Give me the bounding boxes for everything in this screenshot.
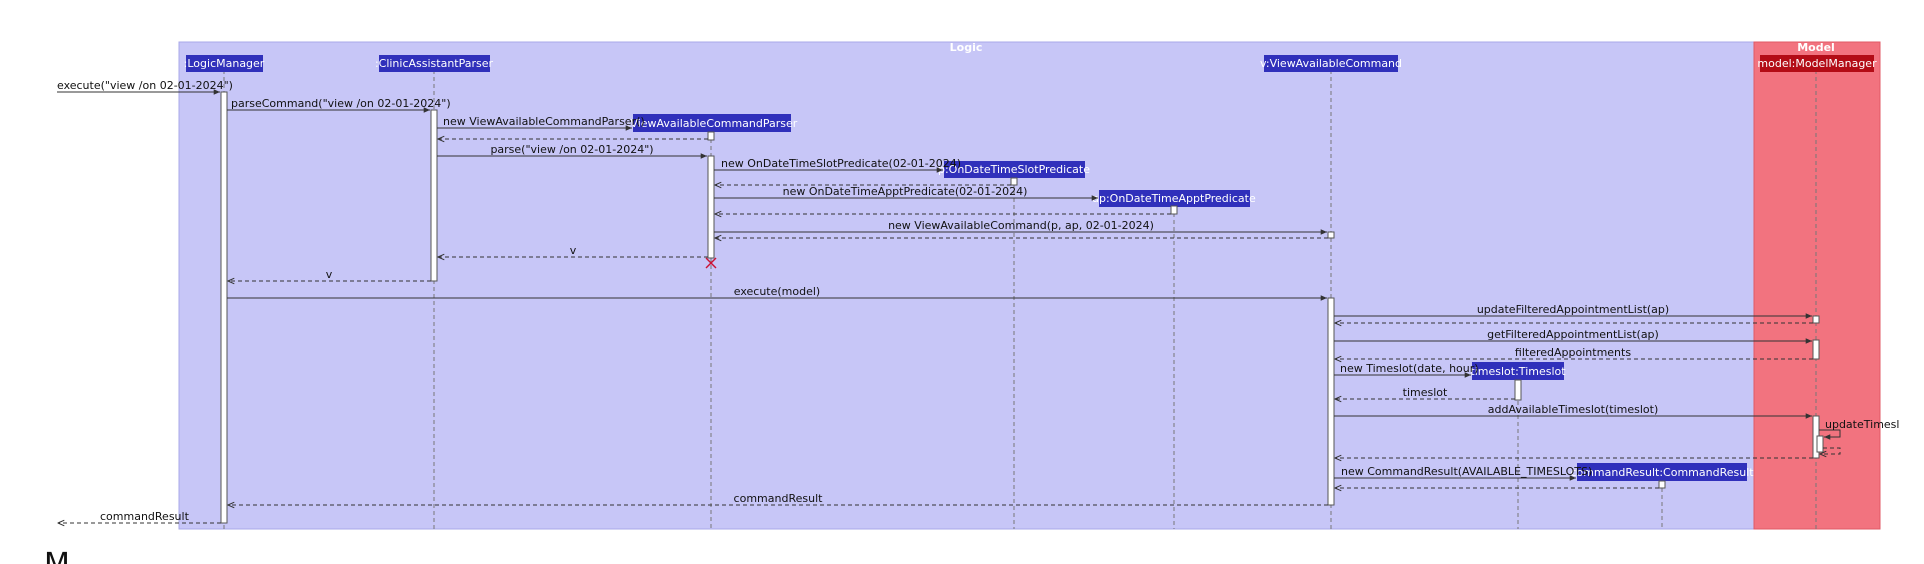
activation-model-update	[1812, 315, 1820, 324]
message-label-14: new Timeslot(date, hour)	[1340, 362, 1479, 375]
participant-command-parser-label: :ViewAvailableCommandParser	[627, 117, 798, 130]
message-label-17: updateTimesl	[1825, 418, 1899, 431]
message-label-16: addAvailableTimeslot(timeslot)	[1488, 403, 1659, 416]
message-label-2: parseCommand("view /on 02-01-2024")	[231, 97, 451, 110]
message-label-7: new ViewAvailableCommand(p, ap, 02-01-20…	[888, 219, 1154, 232]
message-label-10: execute(model)	[734, 285, 820, 298]
activation-model-add-nested	[1816, 435, 1824, 453]
message-label-15: timeslot	[1403, 386, 1448, 399]
activation-logic-manager	[220, 91, 228, 524]
participant-timeslot-label: timeslot:Timeslot	[1470, 365, 1566, 378]
message-label-4: parse("view /on 02-01-2024")	[490, 143, 653, 156]
message-label-18: new CommandResult(AVAILABLE_TIMESLOTS)	[1341, 465, 1592, 478]
activation-command-parser-init	[707, 131, 715, 141]
sequence-diagram: Logic Model :LogicManager :ClinicAssista…	[44, 41, 1899, 564]
activation-command-result	[1658, 480, 1666, 489]
activation-slot-predicate	[1010, 177, 1018, 186]
participant-parser-label: :ClinicAssistantParser	[375, 57, 494, 70]
participant-logic-manager-label: :LogicManager	[184, 57, 265, 70]
message-label-3: new ViewAvailableCommandParser()	[443, 115, 645, 128]
message-label-13: filteredAppointments	[1515, 346, 1631, 359]
message-label-11: updateFilteredAppointmentList(ap)	[1477, 303, 1669, 316]
message-label-19: commandResult	[734, 492, 824, 505]
logic-frame-title: Logic	[950, 41, 983, 54]
message-label-9: v	[326, 268, 333, 281]
activation-command-parser	[707, 155, 715, 259]
activation-timeslot	[1514, 379, 1522, 401]
logic-frame	[178, 41, 1755, 530]
participant-command-result-label: commandResult:CommandResult	[1570, 466, 1754, 479]
activation-command	[1327, 297, 1335, 506]
message-label-1: execute("view /on 02-01-2024")	[57, 79, 233, 92]
message-label-12: getFilteredAppointmentList(ap)	[1487, 328, 1659, 341]
message-label-8: v	[570, 244, 577, 257]
message-label-5: new OnDateTimeSlotPredicate(02-01-2024)	[721, 157, 961, 170]
message-label-20: commandResult	[100, 510, 190, 523]
activation-parser	[430, 109, 438, 282]
participant-appt-predicate-label: ap:OnDateTimeApptPredicate	[1092, 192, 1256, 205]
participant-command-label: v:ViewAvailableCommand	[1260, 57, 1402, 70]
participant-model-manager-label: model:ModelManager	[1757, 57, 1877, 70]
footer-text: M	[44, 547, 70, 564]
message-label-6: new OnDateTimeApptPredicate(02-01-2024)	[783, 185, 1028, 198]
model-frame-title: Model	[1797, 41, 1835, 54]
activation-command-init	[1327, 231, 1335, 239]
activation-appt-predicate	[1170, 205, 1178, 215]
activation-model-get	[1812, 339, 1820, 360]
